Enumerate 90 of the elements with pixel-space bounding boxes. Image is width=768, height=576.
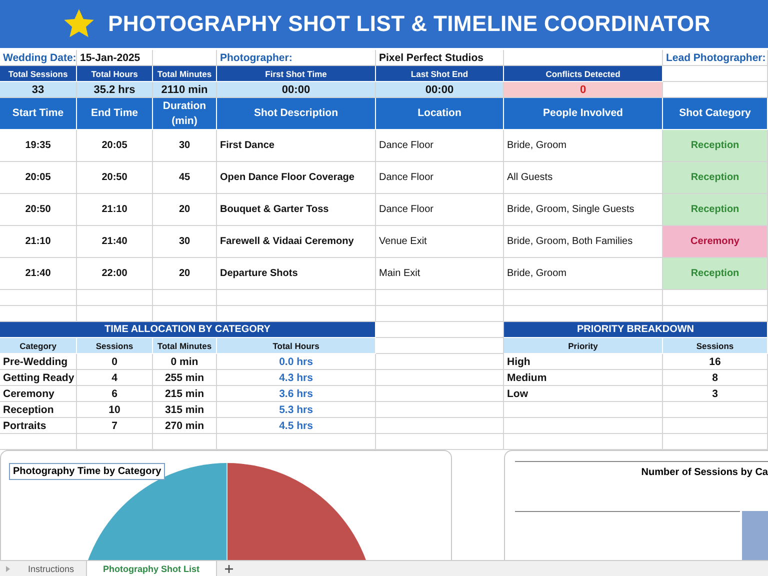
table-cell: 30 <box>153 226 217 258</box>
table-cell: Ceremony <box>0 386 77 402</box>
table-cell: 30 <box>153 130 217 162</box>
section-header: PRIORITY BREAKDOWN <box>504 322 768 338</box>
summary-value: 35.2 hrs <box>77 82 153 98</box>
summary-value: 0 <box>504 82 663 98</box>
column-header: Shot Category <box>663 98 768 130</box>
table-cell: 8 <box>663 370 768 386</box>
table-cell: Medium <box>504 370 663 386</box>
table-cell: 20 <box>153 194 217 226</box>
bar-drawing <box>742 511 768 560</box>
summary-header: Total Sessions <box>0 66 77 82</box>
summary-header: First Shot Time <box>217 66 376 82</box>
table-cell: 16 <box>663 354 768 370</box>
table-cell: Dance Floor <box>376 130 504 162</box>
column-header: Duration (min) <box>153 98 217 130</box>
table-cell: Pre-Wedding <box>0 354 77 370</box>
table-cell: Open Dance Floor Coverage <box>217 162 376 194</box>
table-cell: 4 <box>77 370 153 386</box>
column-header: Total Hours <box>217 338 376 354</box>
table-cell: 255 min <box>153 370 217 386</box>
sheet-tab[interactable]: Photography Shot List <box>87 561 217 576</box>
table-cell: Farewell & Vidaai Ceremony <box>217 226 376 258</box>
field-label: Lead Photographer: <box>663 50 768 66</box>
table-cell: Dance Floor <box>376 194 504 226</box>
column-header: End Time <box>77 98 153 130</box>
column-header: Location <box>376 98 504 130</box>
table-cell: 22:00 <box>77 258 153 290</box>
table-cell: 20 <box>153 258 217 290</box>
table-cell: 4.3 hrs <box>217 370 376 386</box>
table-cell: 21:10 <box>0 226 77 258</box>
table-cell: 20:50 <box>0 194 77 226</box>
table-cell: 0 <box>77 354 153 370</box>
table-cell: 21:40 <box>77 226 153 258</box>
table-cell: Main Exit <box>376 258 504 290</box>
summary-header: Total Minutes <box>153 66 217 82</box>
table-cell: 20:05 <box>77 130 153 162</box>
column-header: People Involved <box>504 98 663 130</box>
category-tag: Reception <box>663 194 768 226</box>
summary-value: 2110 min <box>153 82 217 98</box>
table-cell: Portraits <box>0 418 77 434</box>
column-header: Sessions <box>663 338 768 354</box>
table-cell: 3.6 hrs <box>217 386 376 402</box>
table-cell: 0 min <box>153 354 217 370</box>
table-cell: Dance Floor <box>376 162 504 194</box>
table-cell: 4.5 hrs <box>217 418 376 434</box>
table-cell: 20:50 <box>77 162 153 194</box>
summary-value: 00:00 <box>217 82 376 98</box>
summary-value: 33 <box>0 82 77 98</box>
table-cell: 315 min <box>153 402 217 418</box>
table-cell: Low <box>504 386 663 402</box>
category-tag: Reception <box>663 130 768 162</box>
table-cell: 19:35 <box>0 130 77 162</box>
table-cell: 3 <box>663 386 768 402</box>
summary-header: Conflicts Detected <box>504 66 663 82</box>
table-cell: Venue Exit <box>376 226 504 258</box>
table-cell: High <box>504 354 663 370</box>
table-cell: 7 <box>77 418 153 434</box>
table-cell: 20:05 <box>0 162 77 194</box>
table-cell: Bouquet & Garter Toss <box>217 194 376 226</box>
table-cell: 21:10 <box>77 194 153 226</box>
table-cell: 0.0 hrs <box>217 354 376 370</box>
category-tag: Reception <box>663 162 768 194</box>
table-cell: Reception <box>0 402 77 418</box>
chart-title[interactable]: Photography Time by Category <box>9 463 166 480</box>
column-header: Category <box>0 338 77 354</box>
column-header: Sessions <box>77 338 153 354</box>
category-tag: Ceremony <box>663 226 768 258</box>
table-cell: 6 <box>77 386 153 402</box>
summary-header: Total Hours <box>77 66 153 82</box>
table-cell: 45 <box>153 162 217 194</box>
table-cell: 270 min <box>153 418 217 434</box>
table-cell: First Dance <box>217 130 376 162</box>
chart-title: Number of Sessions by Ca <box>641 467 768 478</box>
table-cell: Departure Shots <box>217 258 376 290</box>
summary-header: Last Shot End <box>376 66 504 82</box>
sheet-title: PHOTOGRAPHY SHOT LIST & TIMELINE COORDINATOR <box>108 11 710 37</box>
table-cell: 10 <box>77 402 153 418</box>
empty-cell <box>153 290 217 306</box>
category-tag: Reception <box>663 258 768 290</box>
summary-value: 00:00 <box>376 82 504 98</box>
column-header: Start Time <box>0 98 77 130</box>
column-header: Total Minutes <box>153 338 217 354</box>
table-cell: 215 min <box>153 386 217 402</box>
column-header: Shot Description <box>217 98 376 130</box>
section-header: TIME ALLOCATION BY CATEGORY <box>0 322 376 338</box>
table-cell: 21:40 <box>0 258 77 290</box>
table-cell: Getting Ready <box>0 370 77 386</box>
column-header: Priority <box>504 338 663 354</box>
table-cell: 5.3 hrs <box>217 402 376 418</box>
